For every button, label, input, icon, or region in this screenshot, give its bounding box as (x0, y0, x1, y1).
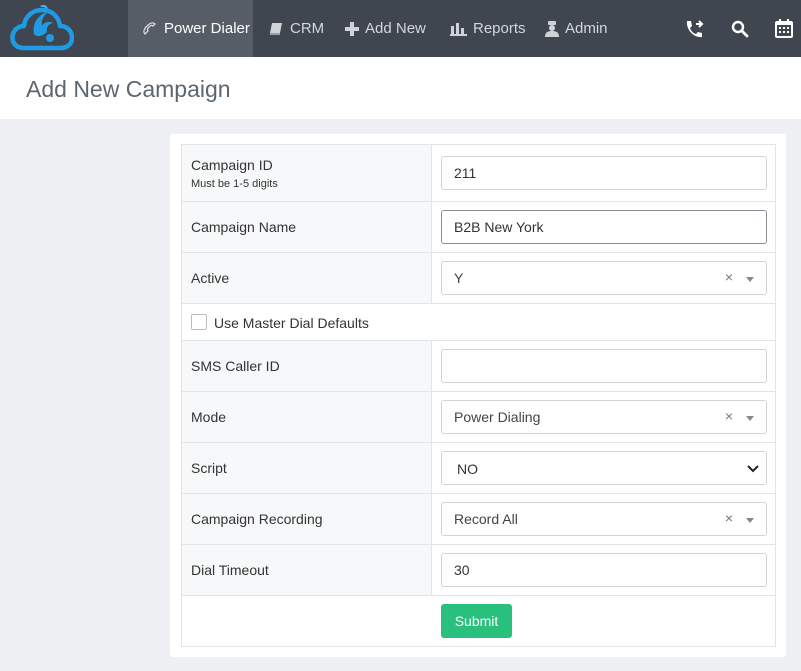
nav-item-power-dialer[interactable]: Power Dialer (128, 0, 253, 57)
value-cell: Y × (433, 253, 775, 303)
campaign-id-label: Campaign ID (191, 156, 273, 173)
nav-item-reports[interactable]: Reports (450, 0, 526, 57)
top-navbar: Power Dialer CRM Add New Reports Admin (0, 0, 801, 57)
value-cell: Power Dialing × (433, 392, 775, 442)
nav-item-admin[interactable]: Admin (545, 0, 608, 57)
admin-user-icon (545, 20, 559, 37)
nav-item-add-new[interactable]: Add New (345, 0, 426, 57)
label-cell: Active (182, 253, 432, 303)
label-cell: Dial Timeout (182, 545, 432, 595)
campaign-name-label: Campaign Name (191, 219, 297, 235)
form-row-master-dial: Use Master Dial Defaults (182, 304, 775, 341)
nav-label: Power Dialer (164, 20, 250, 37)
form-row-sms-caller-id: SMS Caller ID (182, 341, 775, 392)
campaign-form-card: Campaign ID Must be 1-5 digits Campaign … (170, 134, 786, 657)
active-label: Active (191, 270, 230, 286)
active-selected-value: Y (454, 270, 464, 286)
value-cell: Record All × (433, 494, 775, 544)
campaign-id-hint: Must be 1-5 digits (191, 177, 278, 190)
value-cell (433, 202, 775, 252)
form-row-active: Active Y × (182, 253, 775, 304)
mode-selected-value: Power Dialing (454, 409, 541, 425)
nav-label: Add New (365, 20, 426, 37)
campaign-form: Campaign ID Must be 1-5 digits Campaign … (181, 144, 776, 647)
label-cell: Mode (182, 392, 432, 442)
plus-icon (345, 21, 359, 36)
mode-label: Mode (191, 409, 227, 425)
dial-timeout-input[interactable] (441, 553, 767, 587)
value-cell (433, 545, 775, 595)
value-cell (433, 145, 775, 201)
active-select[interactable]: Y × (441, 261, 767, 295)
sms-caller-id-label: SMS Caller ID (191, 358, 280, 374)
form-row-submit: Submit (182, 596, 775, 646)
sms-caller-id-input[interactable] (441, 349, 767, 383)
book-icon (270, 22, 282, 35)
call-forward-icon[interactable] (677, 0, 711, 57)
master-dial-checkbox[interactable] (191, 314, 207, 330)
mode-select[interactable]: Power Dialing × (441, 400, 767, 434)
app-logo[interactable] (10, 2, 75, 52)
calendar-icon[interactable] (767, 0, 801, 57)
campaign-recording-select[interactable]: Record All × (441, 502, 767, 536)
label-cell: Campaign Name (182, 202, 432, 252)
campaign-id-input[interactable] (441, 156, 767, 190)
search-icon[interactable] (723, 0, 757, 57)
submit-button[interactable]: Submit (441, 604, 512, 638)
label-cell: Script (182, 443, 432, 493)
label-cell: Campaign ID Must be 1-5 digits (182, 145, 432, 201)
phone-handset-icon (143, 21, 156, 35)
campaign-recording-selected-value: Record All (454, 511, 518, 527)
label-cell: SMS Caller ID (182, 341, 432, 391)
bar-chart-icon (450, 23, 467, 36)
clear-selection-icon[interactable]: × (725, 510, 733, 526)
nav-label: Reports (473, 20, 526, 37)
clear-selection-icon[interactable]: × (725, 408, 733, 424)
form-row-dial-timeout: Dial Timeout (182, 545, 775, 596)
nav-label: Admin (565, 20, 608, 37)
form-row-campaign-name: Campaign Name (182, 202, 775, 253)
form-row-script: Script NO (182, 443, 775, 494)
script-selected-value: NO (457, 461, 478, 477)
value-cell: NO (433, 443, 775, 493)
page-header: Add New Campaign (0, 57, 801, 119)
form-row-campaign-recording: Campaign Recording Record All × (182, 494, 775, 545)
form-row-campaign-id: Campaign ID Must be 1-5 digits (182, 145, 775, 202)
nav-item-crm[interactable]: CRM (268, 0, 324, 57)
campaign-name-input[interactable] (441, 210, 767, 244)
dropdown-arrow-icon (746, 277, 754, 282)
campaign-recording-label: Campaign Recording (191, 511, 323, 527)
value-cell (433, 341, 775, 391)
dial-timeout-label: Dial Timeout (191, 562, 269, 578)
form-row-mode: Mode Power Dialing × (182, 392, 775, 443)
nav-label: CRM (290, 20, 325, 37)
dropdown-arrow-icon (746, 518, 754, 523)
label-cell: Campaign Recording (182, 494, 432, 544)
clear-selection-icon[interactable]: × (725, 269, 733, 285)
page-title: Add New Campaign (26, 76, 231, 102)
script-label: Script (191, 460, 227, 476)
chevron-down-icon (747, 465, 759, 473)
dropdown-arrow-icon (746, 416, 754, 421)
master-dial-label[interactable]: Use Master Dial Defaults (214, 315, 369, 331)
script-select[interactable]: NO (441, 451, 767, 485)
